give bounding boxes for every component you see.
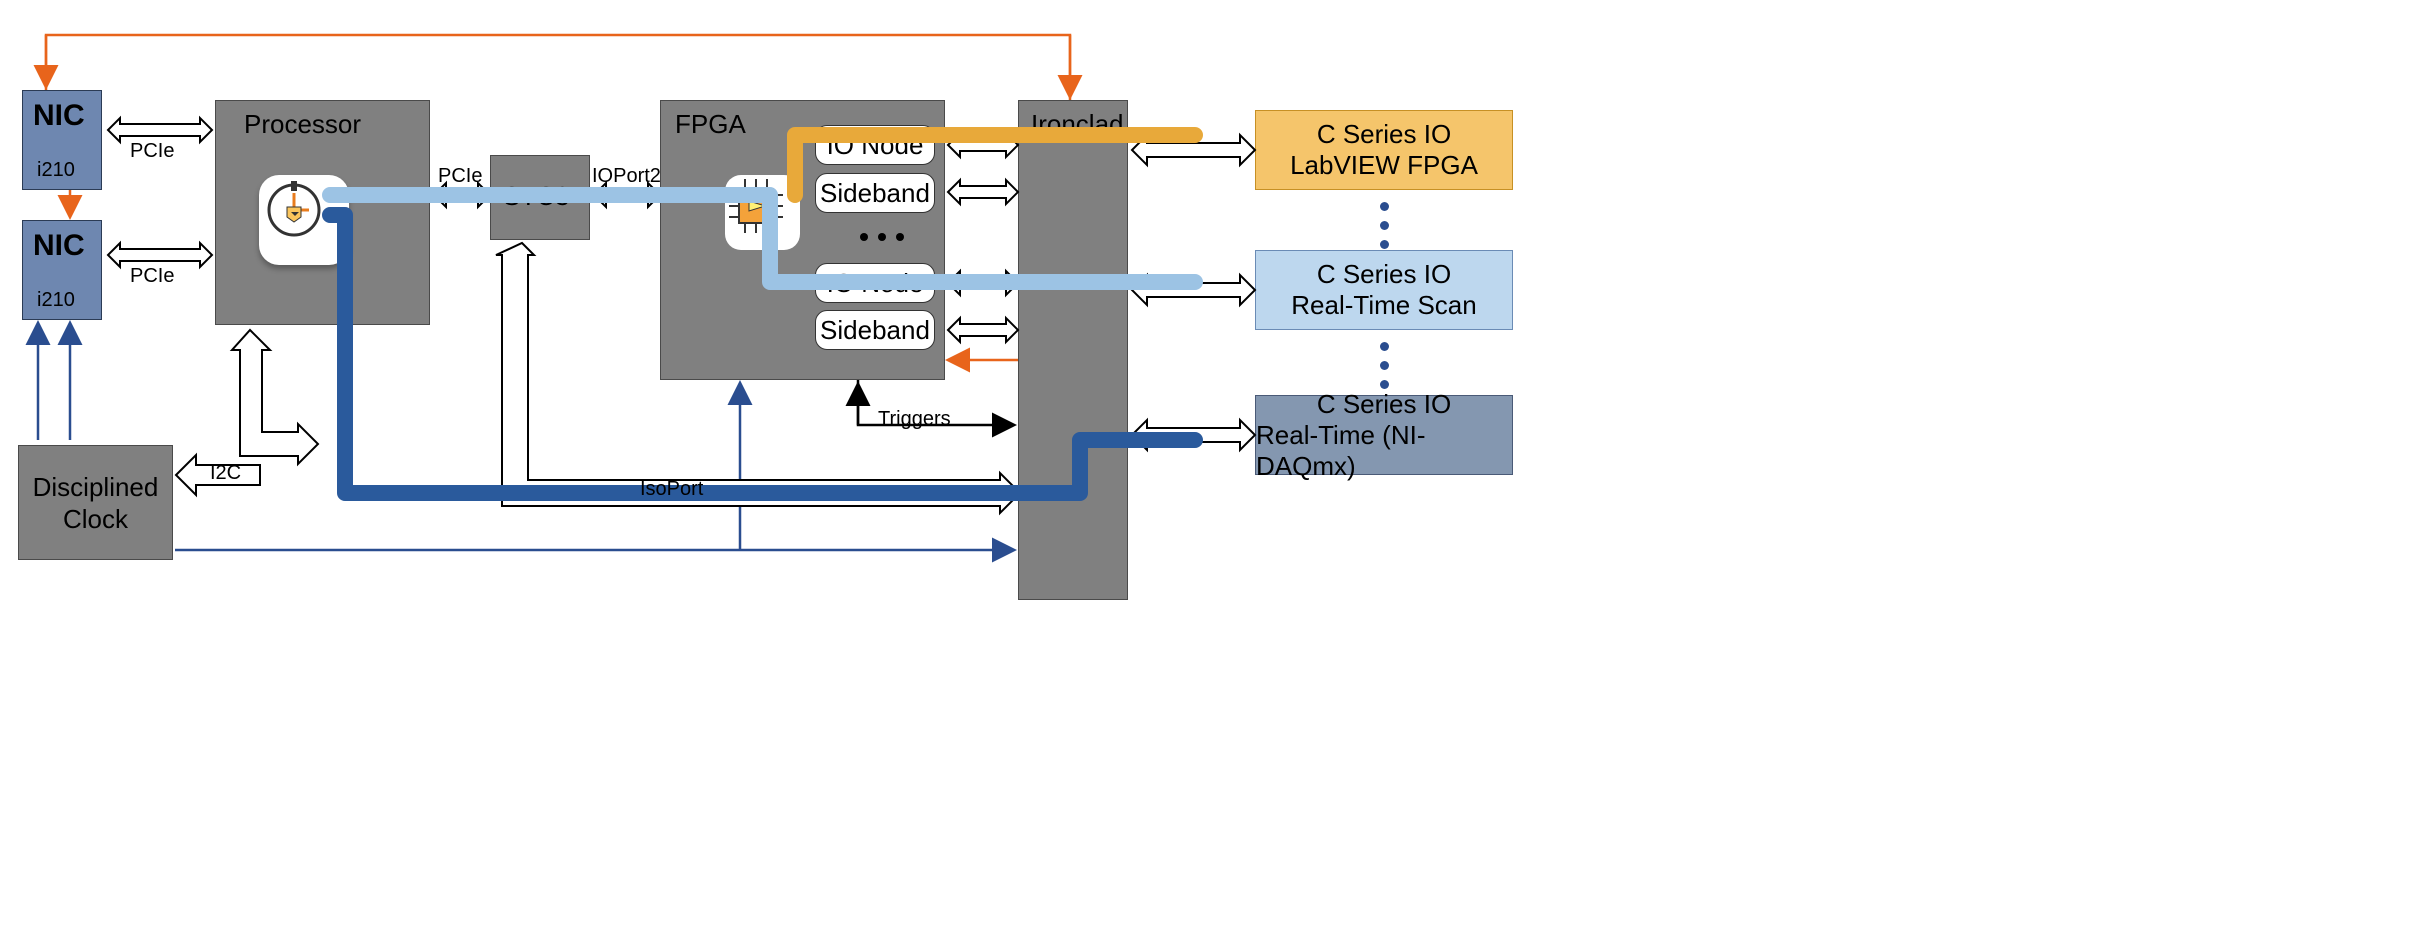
triggers-label: Triggers — [878, 408, 951, 431]
pcie-label-1: PCIe — [130, 140, 174, 163]
pcie-label-2: PCIe — [130, 265, 174, 288]
i2c-label: I2C — [210, 462, 241, 485]
ioport2-label: IOPort2 — [592, 165, 661, 188]
connectors-layer — [0, 0, 2428, 940]
pcie-label-3: PCIe — [438, 165, 482, 188]
isoport-label: IsoPort — [640, 478, 703, 501]
